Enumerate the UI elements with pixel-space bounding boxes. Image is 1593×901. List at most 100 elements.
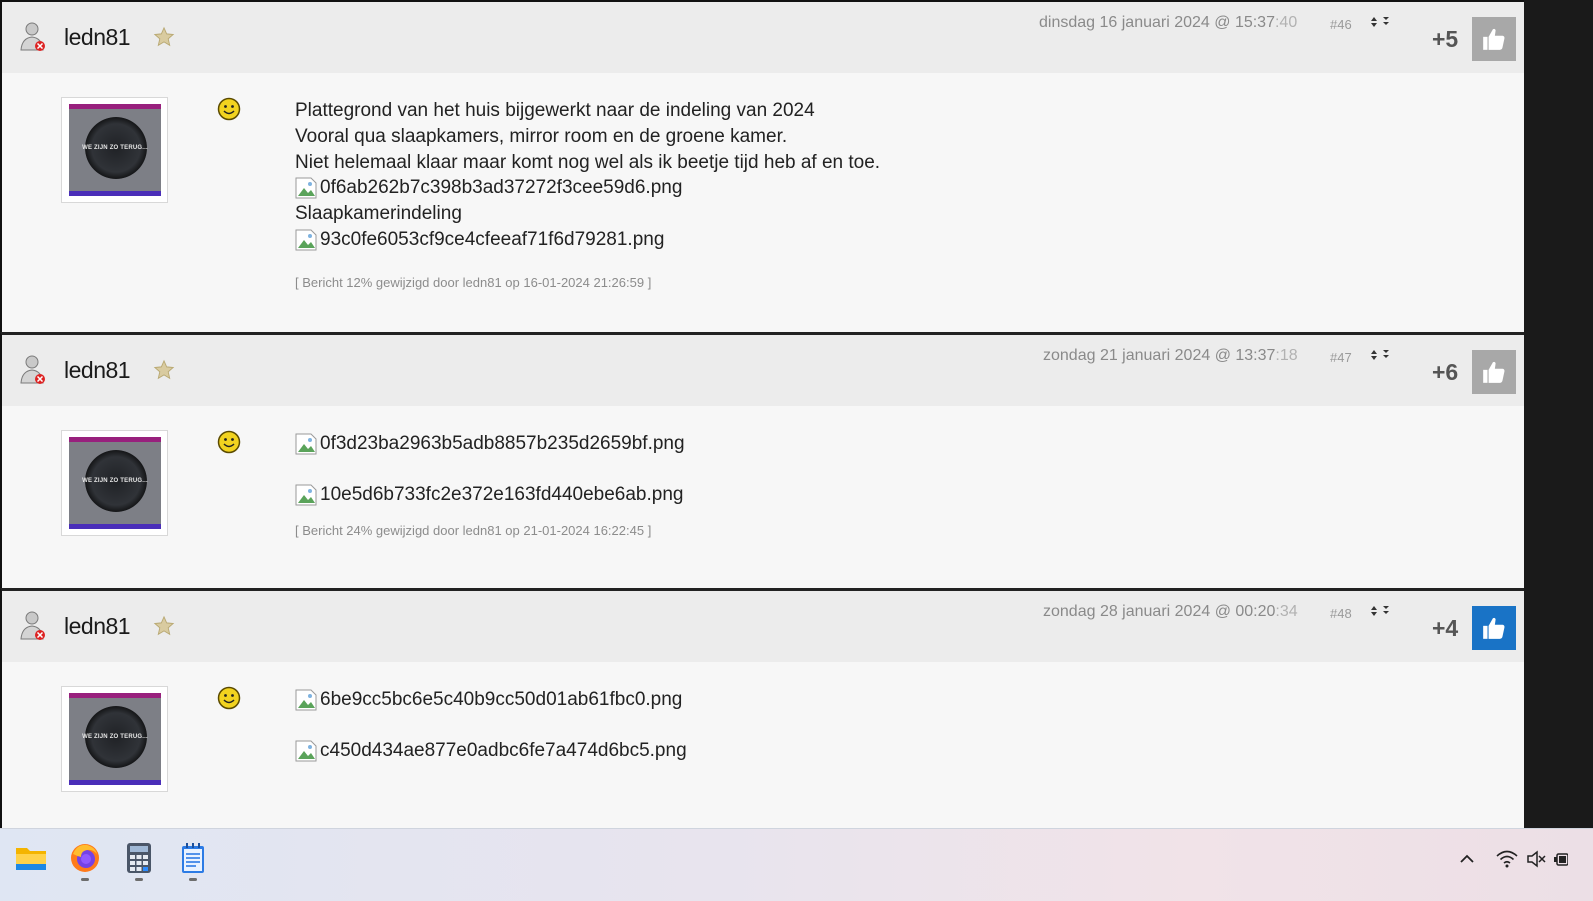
broken-image-icon	[295, 689, 317, 711]
calculator-icon	[127, 843, 151, 873]
username-link[interactable]: ledn81	[64, 357, 131, 384]
taskbar-notepad[interactable]	[176, 841, 210, 875]
post-score: +6	[1432, 359, 1459, 385]
tray-overflow-button[interactable]	[1459, 849, 1475, 869]
battery-icon	[1554, 853, 1568, 866]
avatar-text: WE ZIJN ZO TERUG...	[82, 145, 148, 151]
avatar-text: WE ZIJN ZO TERUG...	[82, 734, 148, 740]
image-filename: 93c0fe6053cf9ce4cfeeaf71f6d79281.png	[320, 228, 665, 250]
content-line: Niet helemaal klaar maar komt nog wel al…	[295, 151, 881, 173]
avatar-image: WE ZIJN ZO TERUG...	[69, 437, 161, 529]
smiley-icon	[217, 97, 241, 121]
post-content: 6be9cc5bc6e5c40b9cc50d01ab61fbc0.png c45…	[295, 687, 687, 764]
broken-image-icon	[295, 433, 317, 455]
like-button-active[interactable]	[1472, 606, 1516, 650]
post-number-link[interactable]: #46	[1330, 17, 1352, 32]
post-date-main: dinsdag 16 januari 2024 @ 15:37	[1039, 14, 1275, 31]
notepad-icon	[182, 843, 204, 873]
image-filename: 6be9cc5bc6e5c40b9cc50d01ab61fbc0.png	[320, 689, 683, 710]
thumbs-up-icon	[1483, 361, 1505, 383]
broken-image-icon	[295, 177, 317, 199]
chevron-up-icon	[1460, 854, 1474, 863]
star-icon[interactable]	[153, 615, 175, 637]
post-content: 0f3d23ba2963b5adb8857b235d2659bf.png 10e…	[295, 431, 685, 540]
image-filename: 0f6ab262b7c398b3ad37272f3cee59d6.png	[320, 177, 683, 199]
user-offline-icon	[20, 355, 45, 384]
user-offline-icon	[20, 611, 45, 640]
file-explorer-icon	[16, 848, 46, 870]
embedded-image[interactable]: 0f3d23ba2963b5adb8857b235d2659bf.png	[295, 431, 685, 457]
up-down-arrows-icon[interactable]	[1369, 605, 1391, 617]
up-down-arrows-icon[interactable]	[1369, 16, 1391, 28]
post-date: zondag 21 januari 2024 @ 13:37:18	[1043, 347, 1298, 365]
post-nav-arrows[interactable]	[1369, 349, 1391, 364]
embedded-image[interactable]: 0f6ab262b7c398b3ad37272f3cee59d6.png	[295, 175, 880, 201]
post-content: Plattegrond van het huis bijgewerkt naar…	[295, 98, 880, 292]
taskbar-file-explorer[interactable]	[14, 841, 48, 875]
line-break	[295, 457, 685, 482]
desktop-background	[1524, 0, 1593, 842]
post-date: zondag 28 januari 2024 @ 00:20:34	[1043, 603, 1298, 621]
post-48: ledn81 zondag 28 januari 2024 @ 00:20:34…	[0, 588, 1524, 842]
post-date-seconds: :40	[1274, 14, 1298, 31]
post-nav-arrows[interactable]	[1369, 605, 1391, 620]
post-body: WE ZIJN ZO TERUG... 0f3d23ba2963b5adb885…	[2, 406, 1524, 588]
post-nav-arrows[interactable]	[1369, 16, 1391, 31]
avatar[interactable]: WE ZIJN ZO TERUG...	[61, 97, 168, 203]
tray-network[interactable]	[1496, 849, 1518, 869]
up-down-arrows-icon[interactable]	[1369, 349, 1391, 361]
volume-muted-icon	[1527, 850, 1546, 868]
avatar-text: WE ZIJN ZO TERUG...	[82, 478, 148, 484]
embedded-image[interactable]: 93c0fe6053cf9ce4cfeeaf71f6d79281.png	[295, 227, 880, 253]
taskbar-calculator[interactable]	[122, 841, 156, 875]
embedded-image[interactable]: 6be9cc5bc6e5c40b9cc50d01ab61fbc0.png	[295, 687, 687, 713]
broken-image-icon	[295, 229, 317, 251]
post-date-main: zondag 28 januari 2024 @ 00:20	[1043, 603, 1276, 620]
like-button[interactable]	[1472, 17, 1516, 61]
edit-note: [ Bericht 12% gewijzigd door ledn81 op 1…	[295, 274, 652, 290]
avatar[interactable]: WE ZIJN ZO TERUG...	[61, 430, 168, 536]
user-offline-icon	[20, 22, 45, 51]
star-icon[interactable]	[153, 26, 175, 48]
image-filename: 10e5d6b733fc2e372e163fd440ebe6ab.png	[320, 483, 684, 505]
avatar-image: WE ZIJN ZO TERUG...	[69, 104, 161, 196]
post-score: +4	[1432, 615, 1459, 641]
like-button[interactable]	[1472, 350, 1516, 394]
broken-image-icon	[295, 740, 317, 762]
taskbar	[0, 828, 1593, 901]
post-number-link[interactable]: #47	[1330, 350, 1352, 365]
post-47: ledn81 zondag 21 januari 2024 @ 13:37:18…	[0, 332, 1524, 588]
forum-thread: ledn81 dinsdag 16 januari 2024 @ 15:37:4…	[0, 0, 1524, 842]
content-line: Plattegrond van het huis bijgewerkt naar…	[295, 100, 815, 121]
firefox-icon	[71, 844, 99, 872]
thumbs-up-icon	[1483, 617, 1505, 639]
avatar[interactable]: WE ZIJN ZO TERUG...	[61, 686, 168, 792]
thumbs-up-icon	[1483, 28, 1505, 50]
username-link[interactable]: ledn81	[64, 24, 131, 51]
image-filename: c450d434ae877e0adbc6fe7a474d6bc5.png	[320, 739, 687, 761]
content-line: Vooral qua slaapkamers, mirror room en d…	[295, 125, 788, 147]
star-icon[interactable]	[153, 359, 175, 381]
post-body: WE ZIJN ZO TERUG... 6be9cc5bc6e5c40b9cc5…	[2, 662, 1524, 842]
running-indicator	[81, 878, 89, 881]
taskbar-firefox[interactable]	[68, 841, 102, 875]
post-number-link[interactable]: #48	[1330, 606, 1352, 621]
embedded-image[interactable]: 10e5d6b733fc2e372e163fd440ebe6ab.png	[295, 482, 685, 508]
post-date-seconds: :34	[1275, 603, 1298, 620]
post-date-seconds: :18	[1275, 347, 1298, 364]
wifi-icon	[1496, 850, 1518, 868]
broken-image-icon	[295, 484, 317, 506]
content-line: Slaapkamerindeling	[295, 203, 462, 225]
smiley-icon	[217, 430, 241, 454]
post-header: ledn81 zondag 28 januari 2024 @ 00:20:34…	[2, 591, 1524, 662]
tray-battery[interactable]	[1554, 849, 1568, 869]
tray-volume[interactable]	[1526, 849, 1546, 869]
post-header: ledn81 zondag 21 januari 2024 @ 13:37:18…	[2, 335, 1524, 406]
post-date: dinsdag 16 januari 2024 @ 15:37:40	[1039, 14, 1297, 32]
embedded-image[interactable]: c450d434ae877e0adbc6fe7a474d6bc5.png	[295, 738, 687, 764]
post-score: +5	[1432, 26, 1459, 52]
edit-note: [ Bericht 24% gewijzigd door ledn81 op 2…	[295, 522, 652, 538]
avatar-image: WE ZIJN ZO TERUG...	[69, 693, 161, 785]
post-46: ledn81 dinsdag 16 januari 2024 @ 15:37:4…	[0, 0, 1524, 332]
username-link[interactable]: ledn81	[64, 613, 131, 640]
